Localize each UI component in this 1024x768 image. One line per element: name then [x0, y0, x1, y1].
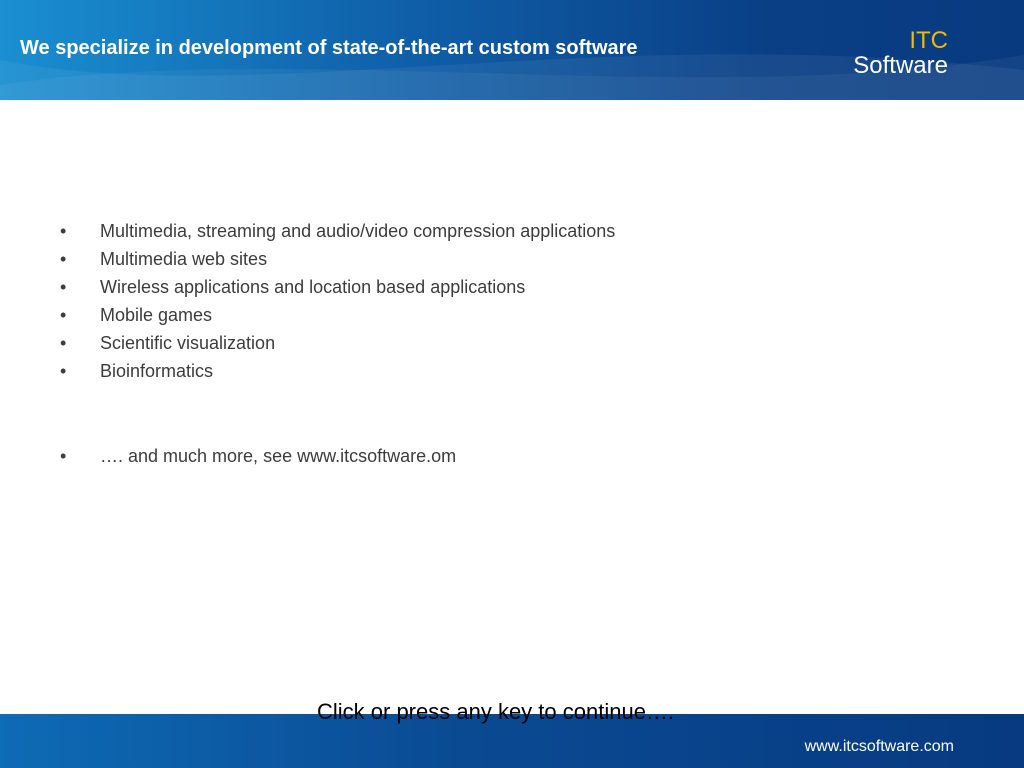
header-banner: We specialize in development of state-of…: [0, 0, 1024, 100]
bullet-item: • Multimedia web sites: [60, 245, 615, 273]
company-logo: ITC Software: [853, 28, 948, 78]
bullet-dot: •: [60, 277, 67, 297]
continue-prompt[interactable]: Click or press any key to continue….: [317, 699, 674, 725]
bullet-item: • Scientific visualization: [60, 329, 615, 357]
bullet-list: • Multimedia, streaming and audio/video c…: [60, 217, 615, 470]
bullet-dot: •: [60, 446, 67, 466]
bullet-item: • Wireless applications and location base…: [60, 273, 615, 301]
bullet-text-more: …. and much more, see www.itcsoftware.om: [100, 446, 457, 466]
slide[interactable]: We specialize in development of state-of…: [0, 0, 1024, 768]
bullet-dot: •: [60, 361, 67, 381]
logo-software: Software: [853, 52, 948, 79]
bullet-text: Scientific visualization: [100, 333, 276, 353]
logo-itc: ITC: [909, 27, 948, 54]
bullet-dot: •: [60, 221, 67, 241]
bullet-text: Multimedia, streaming and audio/video co…: [100, 221, 616, 241]
bullet-item: • Mobile games: [60, 301, 615, 329]
slide-title: We specialize in development of state-of…: [20, 37, 638, 59]
bullet-dot: •: [60, 333, 67, 353]
footer-website-link[interactable]: www.itcsoftware.com: [805, 738, 954, 756]
bullet-text: Mobile games: [100, 305, 213, 325]
bullet-text: Wireless applications and location based…: [100, 277, 526, 297]
bullet-dot: •: [60, 305, 67, 325]
bullet-text: Multimedia web sites: [100, 249, 268, 269]
bullet-text: Bioinformatics: [100, 361, 214, 381]
bullet-dot: •: [60, 249, 67, 269]
bullet-item-more: • …. and much more, see www.itcsoftware.o…: [60, 442, 615, 470]
bullet-item: • Bioinformatics: [60, 357, 615, 385]
bullet-item: • Multimedia, streaming and audio/video c…: [60, 217, 615, 245]
